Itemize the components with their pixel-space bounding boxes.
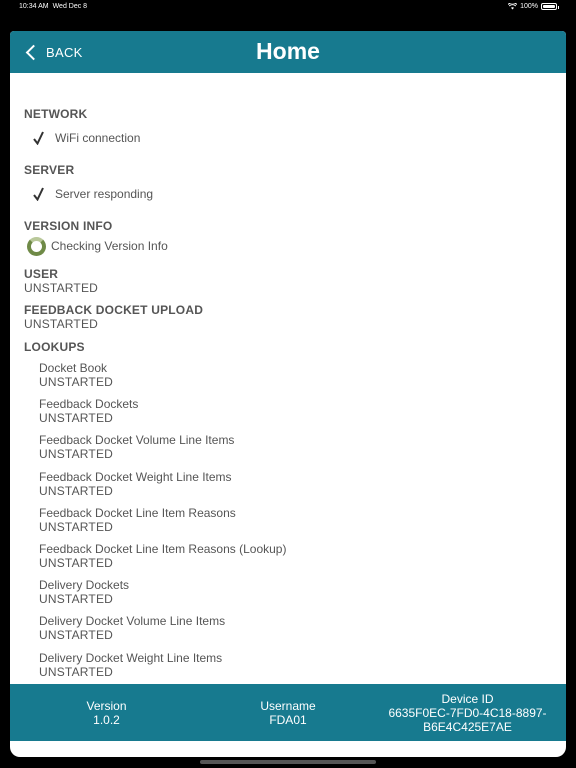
- lookup-status: UNSTARTED: [39, 592, 114, 606]
- lookup-status: UNSTARTED: [39, 411, 114, 425]
- feedback-upload-status: UNSTARTED: [24, 317, 99, 331]
- app-window: BACK Home NETWORK WiFi connection SERVER…: [10, 31, 566, 757]
- lookup-name: Feedback Docket Line Item Reasons (Looku…: [39, 542, 287, 556]
- list-item: Delivery Dockets UNSTARTED: [39, 578, 539, 606]
- list-item: Feedback Docket Line Item Reasons (Looku…: [39, 542, 539, 570]
- lookup-name: Delivery Docket Weight Line Items: [39, 651, 223, 665]
- version-check-row: Checking Version Info: [27, 236, 168, 256]
- footer-device-id: Device ID 6635F0EC-7FD0-4C18-8897-B6E4C4…: [375, 684, 560, 741]
- footer-username: Username FDA01: [230, 684, 346, 741]
- version-label: Version: [86, 698, 127, 713]
- list-item: Delivery Docket Volume Line Items UNSTAR…: [39, 614, 539, 642]
- lookup-status: UNSTARTED: [39, 556, 114, 570]
- spinner-icon: [27, 236, 46, 256]
- lookup-name: Delivery Docket Volume Line Items: [39, 614, 226, 628]
- clock-time: 10:34 AM: [19, 3, 49, 10]
- list-item: Feedback Docket Line Item Reasons UNSTAR…: [39, 506, 539, 534]
- user-status: UNSTARTED: [24, 281, 99, 295]
- server-heading: SERVER: [24, 163, 75, 177]
- battery-percent: 100%: [520, 3, 538, 10]
- list-item: Feedback Dockets UNSTARTED: [39, 397, 539, 425]
- version-info-heading: VERSION INFO: [24, 219, 113, 233]
- list-item: Feedback Docket Volume Line Items UNSTAR…: [39, 433, 539, 461]
- nav-bar: BACK Home: [10, 31, 566, 73]
- username-label: Username: [260, 698, 316, 713]
- feedback-upload-heading: FEEDBACK DOCKET UPLOAD: [24, 303, 204, 317]
- list-item: Delivery Docket Weight Line Items UNSTAR…: [39, 651, 539, 679]
- status-bar: 10:34 AM Wed Dec 8 100%: [0, 0, 576, 14]
- lookup-status: UNSTARTED: [39, 628, 114, 642]
- clock-date: Wed Dec 8: [52, 3, 88, 10]
- footer-bar: Version 1.0.2 Username FDA01 Device ID 6…: [10, 684, 566, 741]
- status-indicators: 100%: [508, 3, 559, 10]
- checkmark-icon: [33, 187, 44, 201]
- network-status-label: WiFi connection: [55, 131, 141, 145]
- device-id-value: 6635F0EC-7FD0-4C18-8897-B6E4C425E7AE: [388, 705, 547, 734]
- lookups-heading: LOOKUPS: [24, 340, 85, 354]
- lookup-status: UNSTARTED: [39, 375, 114, 389]
- lookup-name: Delivery Dockets: [39, 578, 130, 592]
- footer-version: Version 1.0.2: [50, 684, 163, 741]
- version-status-label: Checking Version Info: [51, 239, 168, 253]
- device-id-label: Device ID: [441, 691, 494, 706]
- lookup-name: Feedback Dockets: [39, 397, 139, 411]
- server-status-label: Server responding: [55, 187, 154, 201]
- user-heading: USER: [24, 267, 59, 281]
- lookup-status: UNSTARTED: [39, 447, 114, 461]
- network-check-row: WiFi connection: [31, 129, 140, 147]
- wifi-icon: [508, 3, 518, 10]
- status-list[interactable]: NETWORK WiFi connection SERVER Server re…: [24, 73, 552, 682]
- lookup-status: UNSTARTED: [39, 520, 114, 534]
- lookup-name: Feedback Docket Weight Line Items: [39, 470, 232, 484]
- network-heading: NETWORK: [24, 107, 88, 121]
- list-item: Docket Book UNSTARTED: [39, 361, 539, 389]
- lookup-status: UNSTARTED: [39, 665, 114, 679]
- server-check-row: Server responding: [31, 185, 153, 203]
- checkmark-icon: [33, 131, 44, 145]
- home-indicator[interactable]: [200, 760, 376, 764]
- status-time: 10:34 AM Wed Dec 8: [19, 3, 87, 10]
- lookup-status: UNSTARTED: [39, 484, 114, 498]
- battery-icon: [541, 3, 559, 10]
- lookup-name: Feedback Docket Line Item Reasons: [39, 506, 236, 520]
- lookup-name: Feedback Docket Volume Line Items: [39, 433, 235, 447]
- page-title: Home: [256, 38, 320, 64]
- list-item: Feedback Docket Weight Line Items UNSTAR…: [39, 470, 539, 498]
- version-value: 1.0.2: [93, 712, 120, 727]
- username-value: FDA01: [269, 712, 307, 727]
- lookup-name: Docket Book: [39, 361, 108, 375]
